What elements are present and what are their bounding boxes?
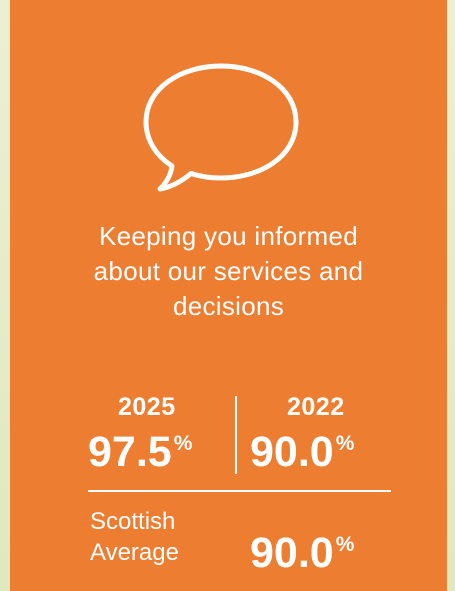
scottish-average-unit: % [335,533,355,556]
scottish-average-number: 90.0 [250,529,334,577]
value-2022: 90.0% [250,431,354,474]
title-line-3: decisions [172,291,285,321]
value-2022-number: 90.0 [250,428,334,476]
value-2025: 97.5% [88,431,192,474]
title-line-2: about our services and [93,256,364,286]
title-line-1: Keeping you informed [99,221,358,251]
speech-bubble-icon [143,63,299,192]
indicator-title: Keeping you informed about our services … [10,219,447,324]
scottish-average-label: Scottish Average [90,506,179,568]
value-2025-number: 97.5 [88,428,172,476]
scottish-average-value: 90.0% [250,532,354,575]
year-2022-label: 2022 [287,393,345,421]
vertical-divider [235,396,237,474]
scottish-average-label-line-2: Average [90,539,179,566]
scottish-average-label-line-1: Scottish [90,508,176,535]
value-2022-unit: % [335,432,355,455]
horizontal-divider [88,490,391,492]
value-2025-unit: % [173,432,193,455]
year-2025-label: 2025 [118,393,176,421]
indicator-card: Keeping you informed about our services … [10,0,447,591]
